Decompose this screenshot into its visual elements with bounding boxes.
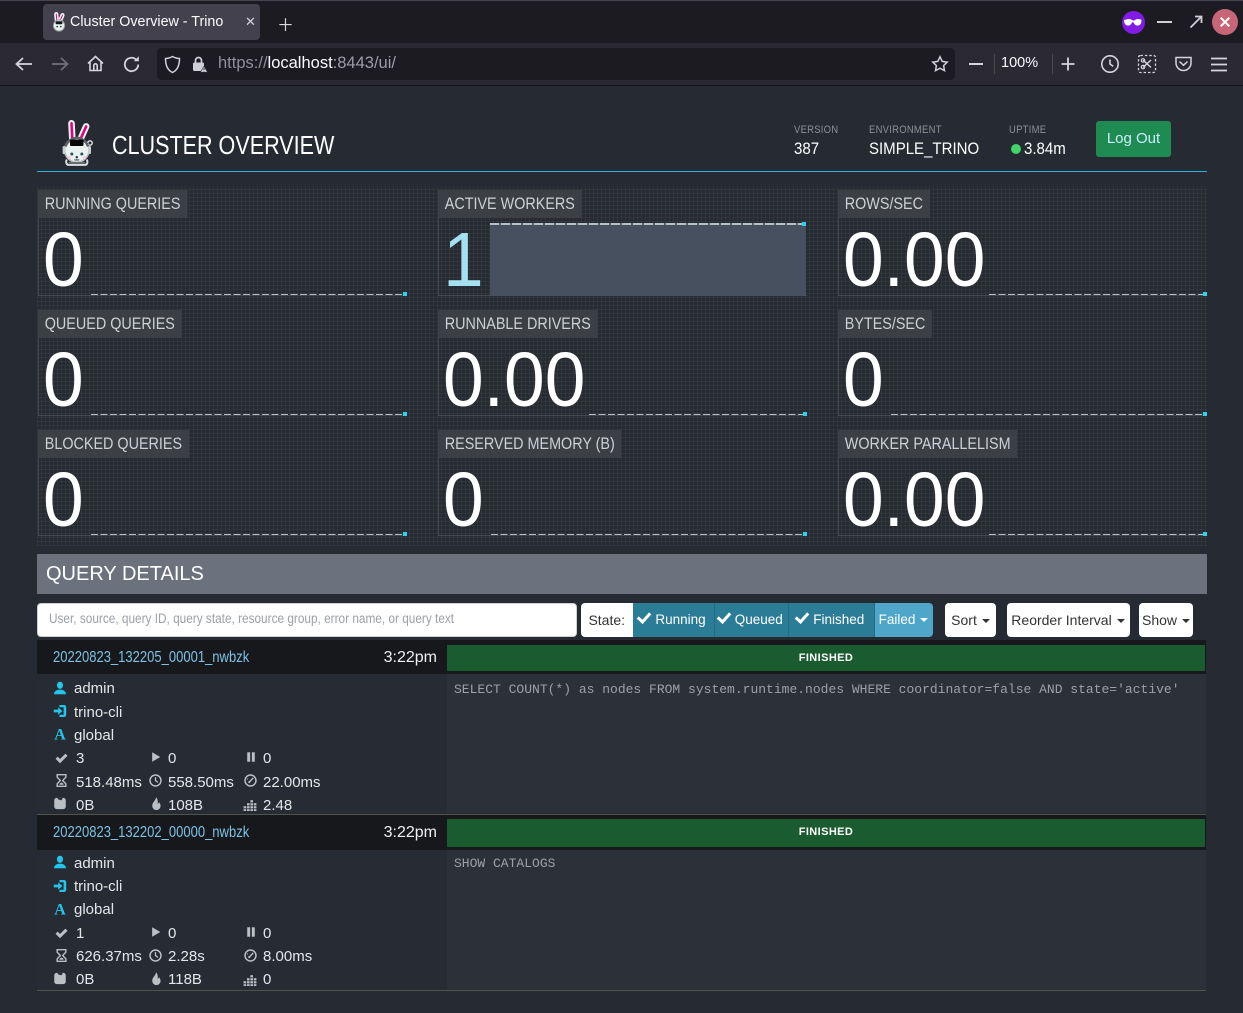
svg-text:A: A <box>54 727 66 741</box>
svg-text:A: A <box>54 902 66 916</box>
